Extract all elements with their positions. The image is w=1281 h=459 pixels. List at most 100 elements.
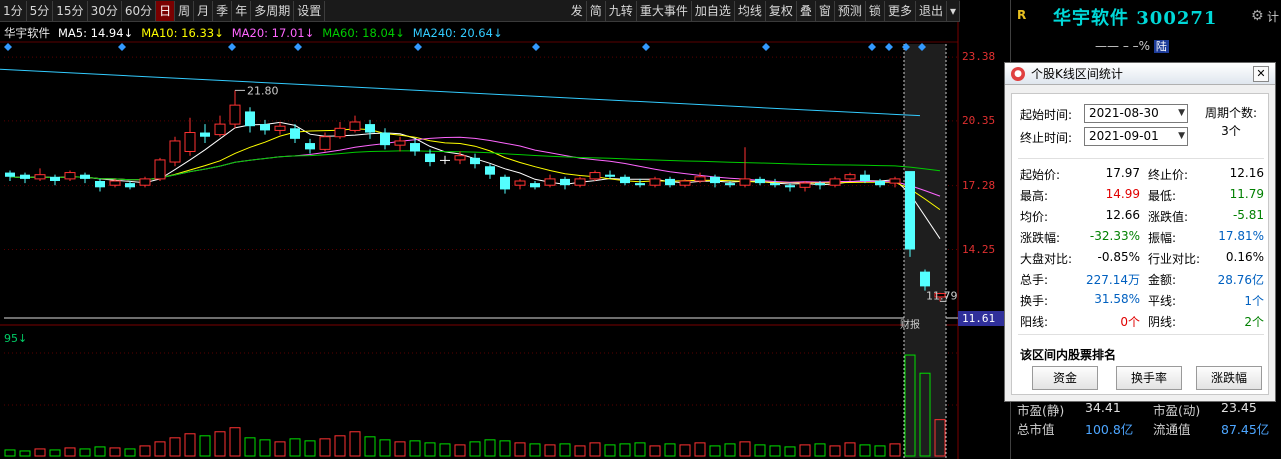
- fundamental-row: 市盈(静) 34.41 市盈(动) 23.45: [1015, 400, 1279, 419]
- stat-label: 阳线:: [1020, 315, 1049, 329]
- candle[interactable]: [530, 181, 540, 190]
- candle[interactable]: [620, 174, 630, 186]
- candle[interactable]: [229, 90, 241, 129]
- candle[interactable]: [589, 170, 601, 181]
- volume-bar: [499, 440, 511, 457]
- candle[interactable]: [95, 178, 105, 192]
- rank-button[interactable]: 换手率: [1116, 366, 1182, 390]
- dialog-title-bar[interactable]: ● 个股K线区间统计 ✕: [1005, 63, 1275, 85]
- candle[interactable]: [410, 138, 420, 156]
- candle[interactable]: [394, 136, 406, 152]
- event-marker[interactable]: [642, 43, 650, 51]
- candle[interactable]: [125, 181, 135, 190]
- event-marker[interactable]: [868, 43, 876, 51]
- rank-button[interactable]: 涨跌幅: [1196, 366, 1262, 390]
- ma-legend-item: MA20: 17.01↓: [231, 26, 315, 40]
- event-marker[interactable]: [532, 43, 540, 51]
- stat-value: 1个: [1244, 294, 1264, 308]
- rank-button[interactable]: 资金: [1032, 366, 1098, 390]
- event-marker[interactable]: [414, 43, 422, 51]
- stat-value: -32.33%: [1089, 229, 1140, 243]
- volume-bar: [589, 442, 601, 457]
- event-marker[interactable]: [118, 43, 126, 51]
- interval-stats-dialog: ● 个股K线区间统计 ✕ 起始时间: 2021-08-30 ▼ 终止时间: 20…: [1004, 62, 1276, 402]
- start-time-value: 2021-08-30: [1089, 106, 1159, 120]
- candle[interactable]: [470, 153, 480, 169]
- stat-label: 行业对比:: [1148, 252, 1201, 266]
- event-marker[interactable]: [294, 43, 302, 51]
- event-marker[interactable]: [228, 43, 236, 51]
- price-axis-label: 23.38: [962, 50, 996, 64]
- end-time-select[interactable]: 2021-09-01 ▼: [1084, 127, 1188, 146]
- candle[interactable]: [274, 121, 286, 135]
- candle[interactable]: [889, 176, 901, 188]
- candle[interactable]: [214, 115, 226, 137]
- candle[interactable]: [844, 172, 856, 181]
- volume-bar: [799, 444, 811, 457]
- calculator-icon[interactable]: 计: [1267, 8, 1279, 25]
- candle[interactable]: [260, 119, 270, 135]
- volume-bar: [79, 448, 91, 457]
- event-marker[interactable]: [4, 43, 12, 51]
- event-marker[interactable]: [762, 43, 770, 51]
- candle[interactable]: [770, 178, 780, 188]
- candle[interactable]: [349, 115, 361, 133]
- stat-value: 12.16: [1229, 166, 1264, 180]
- start-time-select[interactable]: 2021-08-30 ▼: [1084, 104, 1188, 123]
- candle[interactable]: [334, 121, 346, 139]
- volume-bar: [664, 443, 676, 457]
- candle[interactable]: [905, 171, 915, 257]
- close-icon[interactable]: ✕: [1253, 66, 1269, 82]
- volume-bar: [124, 448, 136, 457]
- candle[interactable]: [500, 174, 510, 194]
- candle[interactable]: [560, 176, 570, 190]
- candle[interactable]: [184, 117, 196, 156]
- event-marker[interactable]: [885, 43, 893, 51]
- candle[interactable]: [605, 170, 615, 179]
- candle[interactable]: [365, 119, 375, 139]
- candle[interactable]: [64, 170, 76, 181]
- candle[interactable]: [50, 174, 60, 186]
- stat-value: 0.16%: [1225, 250, 1264, 264]
- high-annotation: 21.80: [247, 84, 279, 97]
- candle[interactable]: [80, 172, 90, 184]
- volume-bar: [844, 442, 856, 457]
- candle[interactable]: [829, 176, 841, 188]
- candle[interactable]: [305, 138, 315, 154]
- end-time-value: 2021-09-01: [1089, 129, 1159, 143]
- candle[interactable]: [425, 149, 435, 167]
- volume-bar: [469, 441, 481, 457]
- candle[interactable]: [665, 176, 675, 188]
- candle[interactable]: [200, 124, 210, 144]
- candle[interactable]: [34, 168, 46, 181]
- candle[interactable]: [739, 147, 751, 188]
- stat-label: 涨跌值:: [1148, 210, 1189, 224]
- volume-bar: [814, 443, 826, 457]
- volume-bar: [709, 445, 721, 457]
- candle[interactable]: [755, 176, 765, 186]
- divider: [1018, 334, 1264, 335]
- candle[interactable]: [649, 176, 661, 188]
- candle[interactable]: [380, 128, 390, 150]
- stat-row: 阳线: 0个 阴线: 2个: [1012, 313, 1270, 332]
- candle[interactable]: [544, 174, 556, 188]
- candle[interactable]: [514, 178, 526, 190]
- volume-bar: [394, 441, 406, 457]
- volume-bar: [184, 433, 196, 457]
- candle[interactable]: [440, 155, 450, 165]
- stat-value: 28.76亿: [1217, 273, 1264, 287]
- ma-legend-item: MA5: 14.94↓: [58, 26, 134, 40]
- volume-bar: [274, 441, 286, 457]
- candle[interactable]: [169, 136, 181, 167]
- lu-badge: 陆: [1153, 40, 1169, 53]
- start-time-label: 起始时间:: [1020, 108, 1073, 122]
- kline-chart[interactable]: 21.8011.79财报95↓7395436977X10: [0, 0, 960, 459]
- candle[interactable]: [245, 107, 255, 133]
- candle[interactable]: [154, 157, 166, 181]
- candle[interactable]: [20, 172, 30, 184]
- volume-bar: [649, 445, 661, 457]
- ma-legend-item: MA240: 20.64↓: [412, 26, 503, 40]
- candle[interactable]: [485, 164, 495, 179]
- gear-icon[interactable]: ⚙: [1251, 8, 1264, 24]
- candle[interactable]: [5, 170, 15, 181]
